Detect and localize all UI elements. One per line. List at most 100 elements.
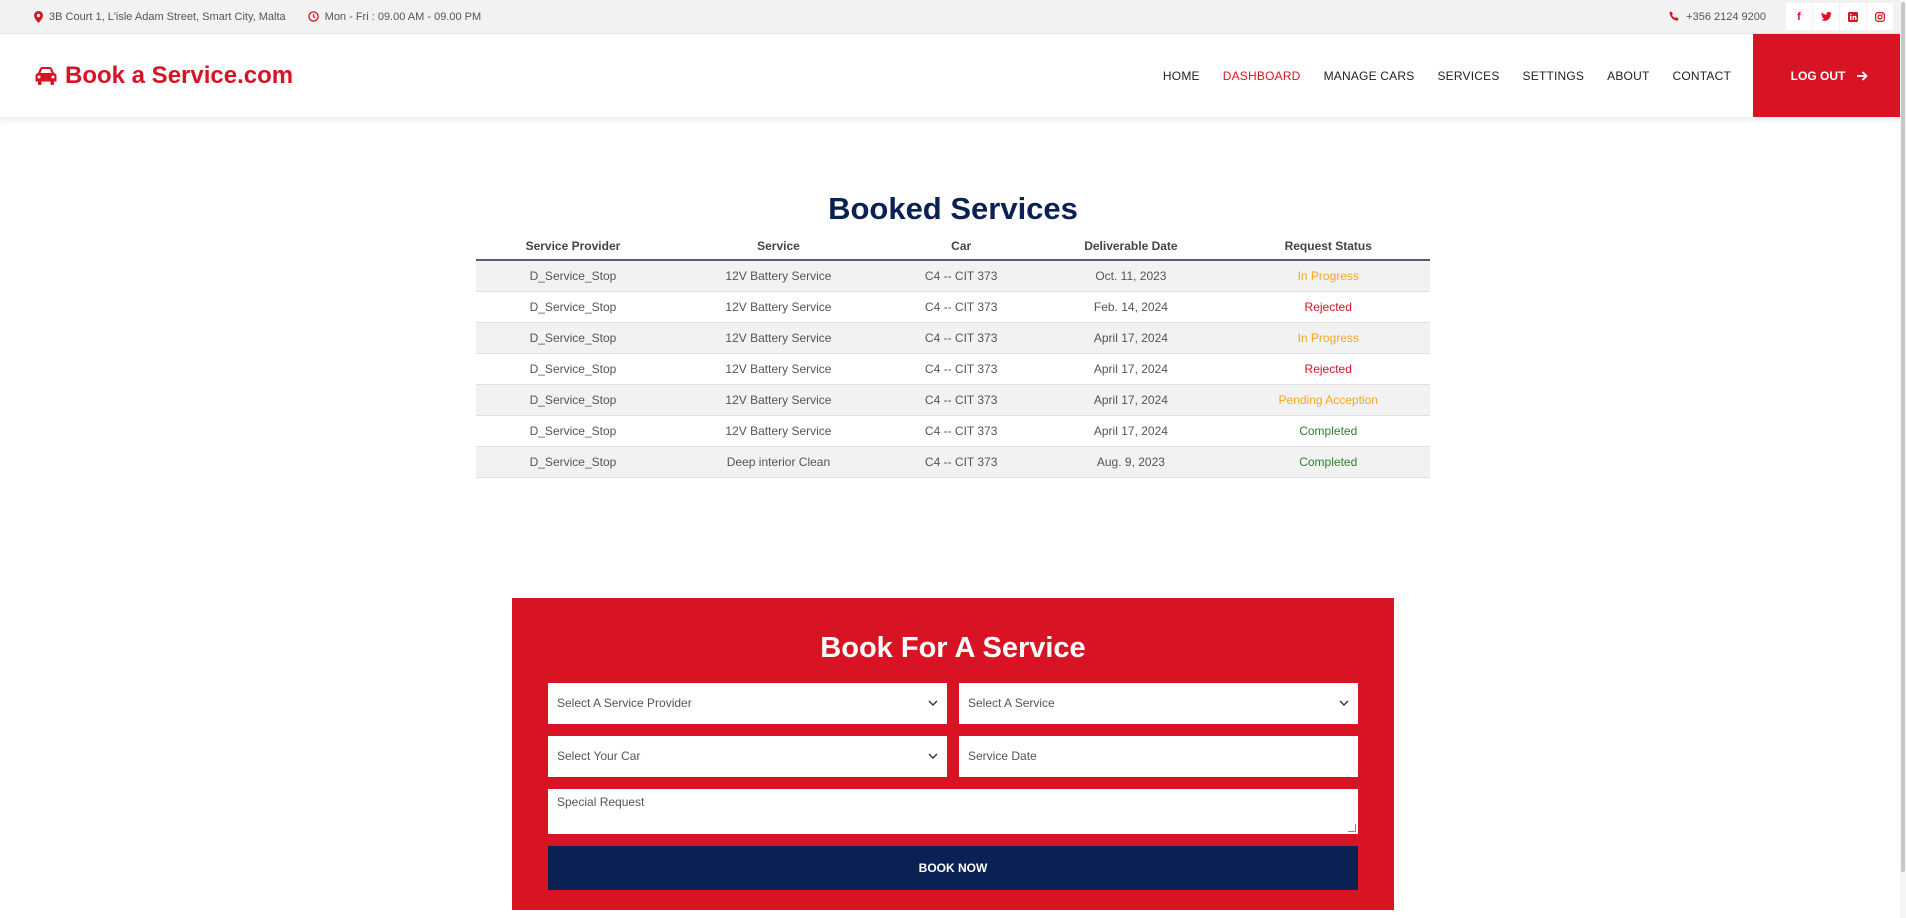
service-provider-select[interactable]: Select A Service Provider — [548, 682, 947, 724]
service-date-placeholder: Service Date — [968, 749, 1037, 763]
main-navbar: Book a Service.com HOME DASHBOARD MANAGE… — [0, 34, 1906, 117]
service-select[interactable]: Select A Service — [959, 682, 1358, 724]
service-date-input[interactable]: Service Date — [959, 735, 1358, 777]
car-icon — [35, 66, 57, 85]
chevron-down-icon — [928, 700, 938, 706]
table-cell: 12V Battery Service — [669, 291, 887, 323]
service-placeholder: Select A Service — [968, 696, 1055, 710]
status-badge: Completed — [1226, 446, 1430, 478]
table-cell: C4 -- CIT 373 — [887, 415, 1036, 447]
table-cell: C4 -- CIT 373 — [887, 384, 1036, 416]
book-service-title: Book For A Service — [820, 631, 1086, 664]
hours-item: Mon - Fri : 09.00 AM - 09.00 PM — [307, 10, 482, 23]
twitter-icon[interactable] — [1813, 3, 1840, 30]
address-item: 3B Court 1, L'isle Adam Street, Smart Ci… — [34, 10, 286, 23]
clock-icon — [307, 11, 319, 22]
table-cell: C4 -- CIT 373 — [887, 353, 1036, 385]
nav-link-dashboard[interactable]: DASHBOARD — [1223, 69, 1301, 83]
table-cell: D_Service_Stop — [476, 446, 670, 478]
table-cell: D_Service_Stop — [476, 353, 670, 385]
booked-services-table: Service Provider Service Car Deliverable… — [476, 233, 1430, 478]
arrow-right-icon — [1857, 70, 1869, 81]
table-cell: April 17, 2024 — [1035, 415, 1227, 447]
nav-link-services[interactable]: SERVICES — [1437, 69, 1499, 83]
nav-link-manage-cars[interactable]: MANAGE CARS — [1324, 69, 1415, 83]
table-row: D_Service_Stop 12V Battery Service C4 -- C… — [476, 322, 1430, 354]
status-badge: Rejected — [1226, 291, 1430, 323]
nav-link-settings[interactable]: SETTINGS — [1523, 69, 1585, 83]
column-header: Car — [887, 233, 1036, 261]
resize-handle-icon[interactable] — [1348, 823, 1356, 832]
brand-logo[interactable]: Book a Service.com — [34, 62, 293, 90]
logout-button[interactable]: LOG OUT — [1753, 34, 1906, 117]
chevron-down-icon — [928, 753, 938, 759]
table-row: D_Service_Stop 12V Battery Service C4 -- C… — [476, 415, 1430, 447]
table-cell: 12V Battery Service — [669, 353, 887, 385]
nav-link-home[interactable]: HOME — [1163, 69, 1200, 83]
booked-services-section: Booked Services Service Provider Service… — [476, 191, 1430, 478]
book-now-button[interactable]: BOOK NOW — [548, 845, 1358, 890]
status-badge: Pending Acception — [1226, 384, 1430, 416]
special-request-placeholder: Special Request — [557, 794, 645, 809]
table-row: D_Service_Stop 12V Battery Service C4 -- C… — [476, 260, 1430, 292]
nav-link-about[interactable]: ABOUT — [1607, 69, 1649, 83]
table-row: D_Service_Stop Deep interior Clean C4 -- C… — [476, 446, 1430, 478]
table-cell: C4 -- CIT 373 — [887, 291, 1036, 323]
table-cell: Oct. 11, 2023 — [1035, 260, 1227, 292]
table-cell: April 17, 2024 — [1035, 384, 1227, 416]
car-select[interactable]: Select Your Car — [548, 735, 947, 777]
table-cell: 12V Battery Service — [669, 260, 887, 292]
hours-text: Mon - Fri : 09.00 AM - 09.00 PM — [324, 10, 482, 23]
nav-link-contact[interactable]: CONTACT — [1672, 69, 1731, 83]
service-provider-placeholder: Select A Service Provider — [557, 696, 692, 710]
table-cell: C4 -- CIT 373 — [887, 446, 1036, 478]
table-cell: D_Service_Stop — [476, 322, 670, 354]
top-info-bar: 3B Court 1, L'isle Adam Street, Smart Ci… — [0, 0, 1906, 34]
column-header: Deliverable Date — [1035, 233, 1227, 261]
social-links: f — [1786, 3, 1894, 30]
table-cell: C4 -- CIT 373 — [887, 322, 1036, 354]
status-badge: Rejected — [1226, 353, 1430, 385]
status-badge: Completed — [1226, 415, 1430, 447]
logout-label: LOG OUT — [1790, 68, 1846, 83]
map-pin-icon — [34, 10, 43, 23]
brand-name: Book a Service.com — [65, 61, 294, 89]
table-cell: C4 -- CIT 373 — [887, 260, 1036, 292]
car-placeholder: Select Your Car — [557, 749, 641, 763]
chevron-down-icon — [1339, 700, 1349, 706]
table-cell: D_Service_Stop — [476, 291, 670, 323]
nav-links: HOME DASHBOARD MANAGE CARS SERVICES SETT… — [1140, 69, 1731, 83]
table-cell: D_Service_Stop — [476, 415, 670, 447]
table-cell: 12V Battery Service — [669, 322, 887, 354]
status-badge: In Progress — [1226, 322, 1430, 354]
table-cell: Aug. 9, 2023 — [1035, 446, 1227, 478]
phone-text: +356 2124 9200 — [1686, 10, 1766, 23]
column-header: Request Status — [1226, 233, 1430, 261]
scrollbar-thumb[interactable] — [1901, 2, 1905, 872]
table-cell: April 17, 2024 — [1035, 322, 1227, 354]
table-cell: Deep interior Clean — [669, 446, 887, 478]
table-cell: 12V Battery Service — [669, 415, 887, 447]
book-service-form: Book For A Service Select A Service Prov… — [512, 597, 1394, 910]
scrollbar[interactable] — [1900, 0, 1906, 918]
table-cell: D_Service_Stop — [476, 260, 670, 292]
table-cell: April 17, 2024 — [1035, 353, 1227, 385]
column-header: Service Provider — [476, 233, 670, 261]
facebook-icon[interactable]: f — [1786, 3, 1813, 30]
instagram-icon[interactable] — [1867, 3, 1894, 30]
column-header: Service — [669, 233, 887, 261]
table-row: D_Service_Stop 12V Battery Service C4 -- C… — [476, 353, 1430, 385]
status-badge: In Progress — [1226, 260, 1430, 292]
phone-item[interactable]: +356 2124 9200 — [1669, 11, 1766, 23]
table-header-row: Service Provider Service Car Deliverable… — [476, 233, 1430, 261]
address-text: 3B Court 1, L'isle Adam Street, Smart Ci… — [49, 10, 286, 23]
table-cell: 12V Battery Service — [669, 384, 887, 416]
phone-icon — [1669, 11, 1679, 21]
table-cell: D_Service_Stop — [476, 384, 670, 416]
table-row: D_Service_Stop 12V Battery Service C4 -- C… — [476, 291, 1430, 323]
table-cell: Feb. 14, 2024 — [1035, 291, 1227, 323]
special-request-textarea[interactable]: Special Request — [548, 788, 1358, 834]
linkedin-icon[interactable] — [1840, 3, 1867, 30]
booked-services-title: Booked Services — [828, 191, 1078, 226]
table-row: D_Service_Stop 12V Battery Service C4 -- C… — [476, 384, 1430, 416]
